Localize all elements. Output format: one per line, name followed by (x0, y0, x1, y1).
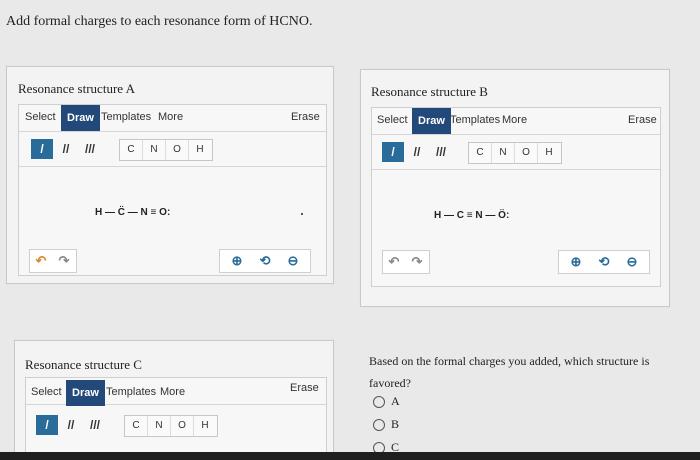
editor-c[interactable]: Select Draw Templates More Erase / // //… (25, 377, 327, 458)
zoom-group: ⊕ ⟲ ⊖ (558, 250, 650, 274)
atom-h-button[interactable]: H (194, 416, 216, 436)
bond-toolbar: / // /// C N O H (19, 132, 326, 167)
panel-a-title: Resonance structure A (18, 81, 135, 96)
templates-tab[interactable]: Templates (450, 114, 500, 126)
more-tab[interactable]: More (158, 111, 183, 123)
select-tab[interactable]: Select (31, 386, 62, 398)
templates-tab[interactable]: Templates (106, 386, 156, 398)
atom-n-button[interactable]: N (148, 416, 171, 436)
editor-b[interactable]: Select Draw Templates More Erase / // //… (371, 107, 661, 287)
reset-zoom-icon[interactable]: ⟲ (254, 250, 276, 272)
atom-c-button[interactable]: C (125, 416, 148, 436)
panel-resonance-b: Resonance structure B Select Draw Templa… (360, 69, 670, 307)
molecule-a[interactable]: H — C̈ — N ≡ O: (95, 207, 170, 218)
zoom-group: ⊕ ⟲ ⊖ (219, 249, 311, 273)
redo-icon[interactable]: ↷ (53, 250, 75, 272)
triple-bond-button[interactable]: /// (430, 142, 452, 162)
radio-icon[interactable] (373, 419, 385, 432)
erase-button[interactable]: Erase (291, 111, 320, 123)
radio-icon[interactable] (373, 396, 385, 409)
atom-n-button[interactable]: N (492, 143, 515, 163)
editor-a-toolbar: Select Draw Templates More Erase (19, 105, 326, 132)
panel-c-title: Resonance structure C (25, 357, 142, 372)
single-bond-button[interactable]: / (382, 142, 404, 162)
atom-o-button[interactable]: O (515, 143, 538, 163)
undo-icon[interactable]: ↶ (30, 250, 52, 272)
erase-button[interactable]: Erase (628, 114, 657, 126)
bottom-edge (0, 452, 700, 460)
atom-c-button[interactable]: C (469, 143, 492, 163)
single-bond-button[interactable]: / (31, 139, 53, 159)
atom-palette: C N O H (119, 139, 213, 161)
double-bond-button[interactable]: // (55, 139, 77, 159)
reset-zoom-icon[interactable]: ⟲ (593, 251, 615, 273)
more-tab[interactable]: More (502, 114, 527, 126)
templates-tab[interactable]: Templates (101, 111, 151, 123)
draw-tab[interactable]: Draw (61, 105, 100, 131)
editor-a[interactable]: Select Draw Templates More Erase / // //… (18, 104, 327, 276)
triple-bond-button[interactable]: /// (79, 139, 101, 159)
undo-redo-group: ↶ ↷ (382, 250, 430, 274)
triple-bond-button[interactable]: /// (84, 415, 106, 435)
zoom-out-icon[interactable]: ⊖ (282, 250, 304, 272)
atom-o-button[interactable]: O (171, 416, 194, 436)
option-a[interactable]: A (373, 394, 400, 409)
favored-question: Based on the formal charges you added, w… (369, 354, 650, 390)
erase-button[interactable]: Erase (290, 382, 319, 394)
draw-tab[interactable]: Draw (66, 380, 105, 406)
redo-icon[interactable]: ↷ (406, 251, 428, 273)
option-b[interactable]: B (373, 417, 399, 432)
bond-toolbar: / // /// C N O H (372, 135, 660, 170)
single-bond-button[interactable]: / (36, 415, 58, 435)
editor-c-toolbar: Select Draw Templates More Erase (26, 378, 326, 406)
atom-h-button[interactable]: H (189, 140, 211, 160)
more-tab[interactable]: More (160, 386, 185, 398)
double-bond-button[interactable]: // (60, 415, 82, 435)
bond-toolbar: / // /// C N O H (26, 408, 326, 442)
atom-h-button[interactable]: H (538, 143, 560, 163)
editor-b-toolbar: Select Draw Templates More Erase (372, 108, 660, 135)
atom-palette: C N O H (468, 142, 562, 164)
atom-o-button[interactable]: O (166, 140, 189, 160)
draw-tab[interactable]: Draw (412, 108, 451, 134)
undo-icon[interactable]: ↶ (383, 251, 405, 273)
zoom-in-icon[interactable]: ⊕ (226, 250, 248, 272)
panel-b-title: Resonance structure B (371, 84, 488, 99)
zoom-out-icon[interactable]: ⊖ (621, 251, 643, 273)
atom-n-button[interactable]: N (143, 140, 166, 160)
zoom-in-icon[interactable]: ⊕ (565, 251, 587, 273)
select-tab[interactable]: Select (25, 111, 56, 123)
double-bond-button[interactable]: // (406, 142, 428, 162)
atom-palette: C N O H (124, 415, 218, 437)
panel-resonance-c: Resonance structure C Select Draw Templa… (14, 340, 334, 458)
select-tab[interactable]: Select (377, 114, 408, 126)
canvas-dot (301, 213, 303, 215)
atom-c-button[interactable]: C (120, 140, 143, 160)
panel-resonance-a: Resonance structure A Select Draw Templa… (6, 66, 334, 284)
question-prompt: Add formal charges to each resonance for… (6, 14, 313, 29)
undo-redo-group: ↶ ↷ (29, 249, 77, 273)
molecule-b[interactable]: H — C ≡ N — Ö: (434, 210, 509, 221)
